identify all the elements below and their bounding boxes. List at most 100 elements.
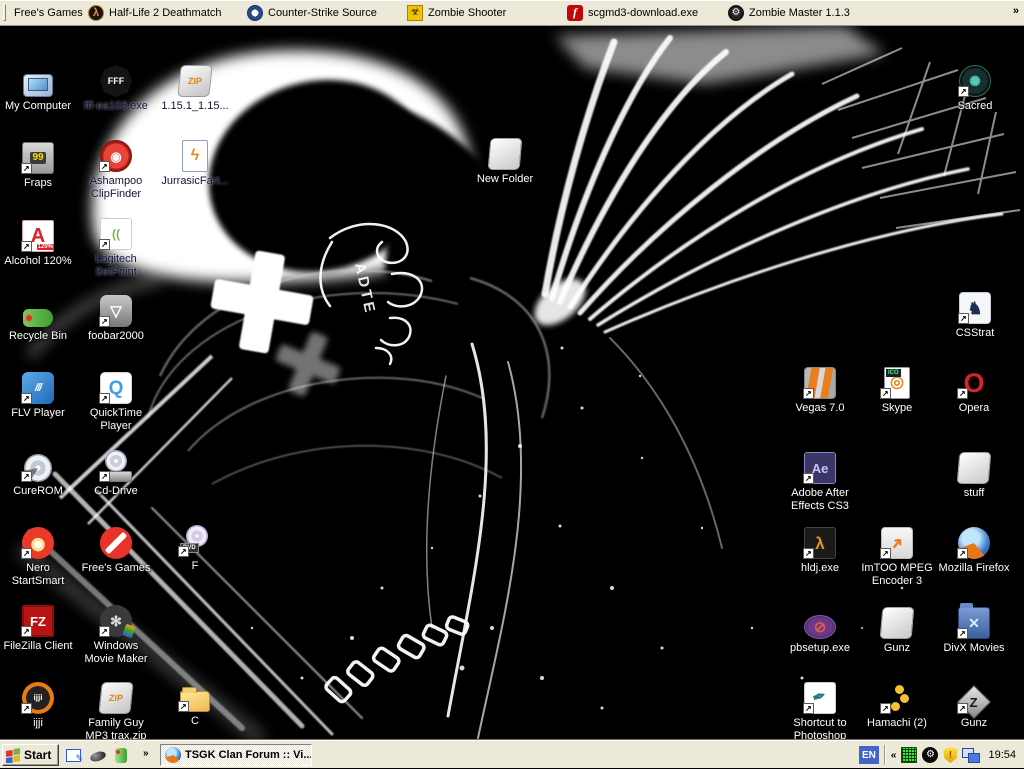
shortcut-arrow-icon (21, 703, 32, 714)
desktop-icon-label: foobar2000 (78, 330, 154, 343)
dvd-drive-icon (157, 521, 233, 557)
desktop-icon-curerom[interactable]: CureROM (0, 446, 76, 498)
toolbar-item-label: Half-Life 2 Deathmatch (109, 7, 222, 19)
desktop-icon-c[interactable]: C (157, 676, 233, 728)
desktop-icon-fraps[interactable]: Fraps (0, 138, 76, 190)
shortcut-arrow-icon (957, 628, 968, 639)
desktop-icon-csstrat[interactable]: CSStrat (937, 288, 1013, 340)
desktop-icon-pbsetup-exe[interactable]: pbsetup.exe (782, 603, 858, 655)
desktop-icon-divx-movies[interactable]: DivX Movies (936, 603, 1012, 655)
desktop-icon-label: Logitech SetPoint (78, 253, 154, 279)
desktop-icon-recycle-bin[interactable]: Recycle Bin (0, 291, 76, 343)
desktop-icon-label: QuickTime Player (78, 407, 154, 433)
tray-clock[interactable]: 19:54 (985, 749, 1019, 761)
desktop-icon-hldj-exe[interactable]: hldj.exe (782, 523, 858, 575)
desktop-icon-stuff[interactable]: stuff (936, 448, 1012, 500)
start-button-label: Start (24, 748, 51, 762)
toolbar-item-half-life-2-deathmatch[interactable]: Half-Life 2 Deathmatch (84, 0, 226, 25)
desktop-icon-free-s-games[interactable]: Free's Games (78, 523, 154, 575)
toolbar-overflow-chevron[interactable]: » (1013, 5, 1019, 17)
desktop-icon-label: stuff (936, 487, 1012, 500)
taskbar-task-tsgk-clan-forum-vi[interactable]: TSGK Clan Forum :: Vi... (160, 744, 312, 766)
desktop-icon-label: CSStrat (937, 327, 1013, 340)
csstrat-icon (937, 288, 1013, 324)
toolbar-grip-handle[interactable] (3, 4, 6, 21)
desktop-icon-windows-movie-maker[interactable]: Windows Movie Maker (78, 601, 154, 666)
desktop-icon-label: FileZilla Client (0, 640, 76, 653)
tray-separator (884, 745, 886, 765)
tray-network-icon[interactable] (962, 748, 980, 763)
desktop-icon-ijji[interactable]: ijji (0, 678, 76, 730)
desktop-icon-label: Sacred (937, 100, 1013, 113)
tray-led-grid-icon[interactable] (901, 747, 917, 763)
shortcut-arrow-icon (99, 316, 110, 327)
my-computer-icon (0, 61, 76, 97)
desktop-icon-hamachi-2[interactable]: Hamachi (2) (859, 678, 935, 730)
start-button[interactable]: Start (2, 744, 59, 766)
desktop-icon-opera[interactable]: Opera (936, 363, 1012, 415)
quick-launch-spray-can-icon[interactable] (115, 748, 127, 763)
desktop-icon-fff-ea103-exe[interactable]: fff-ea103.exe (78, 61, 154, 113)
desktop-icon-label: Ashampoo ClipFinder (78, 175, 154, 201)
shortcut-arrow-icon (21, 393, 32, 404)
desktop-icon-gunz[interactable]: Gunz (936, 678, 1012, 730)
shortcut-arrow-icon (803, 703, 814, 714)
desktop-icon-imtoo-mpeg-encoder-3[interactable]: ImTOO MPEG Encoder 3 (859, 523, 935, 588)
desktop-icon-label: hldj.exe (782, 562, 858, 575)
desktop-icon-shortcut-to-photoshop[interactable]: Shortcut to Photoshop (782, 678, 858, 740)
toolbar-item-label: Zombie Shooter (428, 7, 506, 19)
language-indicator[interactable]: EN (859, 746, 879, 764)
desktop-icon-family-guy-mp3-trax-zip[interactable]: Family Guy MP3 trax.zip (78, 678, 154, 740)
desktop-icon-adobe-after-effects-cs3[interactable]: Adobe After Effects CS3 (782, 448, 858, 513)
desktop-icon-logitech-setpoint[interactable]: Logitech SetPoint (78, 214, 154, 279)
desktop-icon-gunz[interactable]: Gunz (859, 603, 935, 655)
toolbar-item-scgmd3-download-exe[interactable]: scgmd3-download.exe (563, 0, 702, 25)
movie-maker-icon (78, 601, 154, 637)
desktop-icon-label: Mozilla Firefox (936, 562, 1012, 575)
desktop-icon-jurrasicfart[interactable]: JurrasicFart... (157, 136, 233, 188)
desktop-icon-skype[interactable]: Skype (859, 363, 935, 415)
shortcut-arrow-icon (958, 313, 969, 324)
quick-launch-mouse-icon[interactable] (89, 750, 107, 764)
desktop-icon-label: New Folder (467, 173, 543, 186)
ijji-icon (0, 678, 76, 714)
desktop-icon-vegas-7-0[interactable]: Vegas 7.0 (782, 363, 858, 415)
desktop-icon-mozilla-firefox[interactable]: Mozilla Firefox (936, 523, 1012, 575)
quick-launch-bar (66, 746, 127, 764)
shortcut-arrow-icon (880, 703, 891, 714)
shortcut-arrow-icon (178, 701, 189, 712)
foobar-icon (78, 291, 154, 327)
desktop-icon-sacred[interactable]: Sacred (937, 61, 1013, 113)
shortcut-arrow-icon (957, 703, 968, 714)
desktop-icon-new-folder[interactable]: New Folder (467, 134, 543, 186)
desktop-icon-label: F (157, 560, 233, 573)
quick-launch-show-desktop-icon[interactable] (66, 749, 81, 762)
desktop-icon-alcohol-120[interactable]: Alcohol 120% (0, 216, 76, 268)
biohazard-icon (407, 5, 423, 21)
tray-security-shield-icon[interactable] (943, 747, 957, 763)
toolbar-item-zombie-shooter[interactable]: Zombie Shooter (403, 0, 510, 25)
desktop-icon-label: Gunz (859, 642, 935, 655)
shortcut-arrow-icon (21, 241, 32, 252)
desktop-icon-foobar2000[interactable]: foobar2000 (78, 291, 154, 343)
desktop-icon-filezilla-client[interactable]: FileZilla Client (0, 601, 76, 653)
toolbar-item-zombie-master-1-1-3[interactable]: Zombie Master 1.1.3 (724, 0, 854, 25)
desktop-icon-my-computer[interactable]: My Computer (0, 61, 76, 113)
quick-launch-overflow-chevron[interactable]: » (143, 748, 149, 759)
tray-collapse-chevron[interactable]: « (891, 750, 897, 761)
opera-icon (936, 363, 1012, 399)
desktop-icon-quicktime-player[interactable]: QuickTime Player (78, 368, 154, 433)
white-box-icon (859, 603, 935, 639)
toolbar-item-free-s-games[interactable]: Free's Games (10, 0, 87, 25)
tray-steam-icon[interactable] (922, 747, 938, 763)
toolbar-item-counter-strike-source[interactable]: Counter-Strike Source (243, 0, 381, 25)
desktop-icon-cd-drive[interactable]: Cd-Drive (78, 446, 154, 498)
desktop-icon-1-15-1-1-15[interactable]: 1.15.1_1.15... (157, 61, 233, 113)
imtoo-icon (859, 523, 935, 559)
desktop-icon-nero-startsmart[interactable]: Nero StartSmart (0, 523, 76, 588)
desktop-icon-ashampoo-clipfinder[interactable]: Ashampoo ClipFinder (78, 136, 154, 201)
shortcut-arrow-icon (99, 239, 110, 250)
desktop-icon-flv-player[interactable]: FLV Player (0, 368, 76, 420)
ashampoo-icon (78, 136, 154, 172)
desktop-icon-f[interactable]: F (157, 521, 233, 573)
